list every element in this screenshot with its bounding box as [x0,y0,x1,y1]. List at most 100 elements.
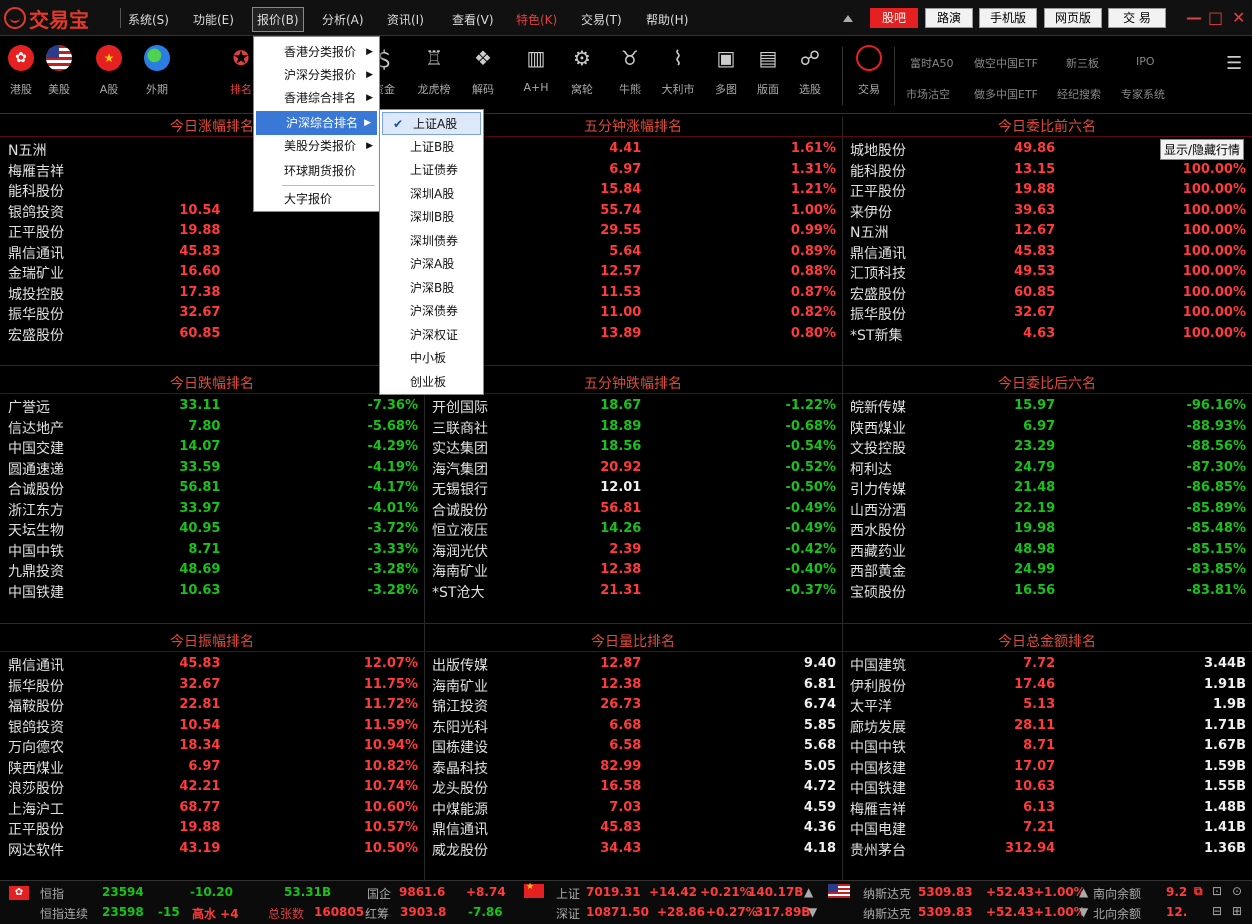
list-item[interactable]: 合诚股份 56.81 -4.17% [0,478,424,498]
list-item[interactable]: 出版传媒 12.87 9.40 [424,654,842,674]
quick-ipo[interactable]: IPO [1136,55,1155,68]
roadshow-button[interactable]: 路演 [925,8,973,28]
list-item[interactable]: 国栋建设 6.58 5.68 [424,736,842,756]
list-item[interactable]: 来伊份 39.63 100.00% [842,201,1252,221]
list-item[interactable]: 东阳光科 6.68 5.85 [424,716,842,736]
list-item[interactable]: 皖新传媒 15.97 -96.16% [842,396,1252,416]
toolbar-stock-picker[interactable]: ☍ 选股 [791,43,829,97]
toolbar-a-plus-h[interactable]: ▥ A+H [517,43,555,94]
list-item[interactable]: 伊利股份 17.46 1.91B [842,675,1252,695]
minimize-icon[interactable]: — [1186,8,1202,27]
window-icon[interactable]: ⊟ [1212,904,1222,918]
list-item[interactable]: 鼎信通讯 45.83 100.00% [842,242,1252,262]
submenu-item[interactable]: 沪深B股 [380,277,483,300]
submenu-item[interactable]: 沪深债券 [380,300,483,323]
list-item[interactable]: 海汽集团 20.92 -0.52% [424,458,842,478]
list-item[interactable]: 宏盛股份60.851 [0,324,424,344]
submenu-item[interactable]: 中小板 [380,347,483,370]
list-item[interactable]: 海南矿业 12.38 6.81 [424,675,842,695]
list-item[interactable]: 鼎信通讯 45.83 4.36 [424,818,842,838]
list-item[interactable]: 鼎信通讯45.831 [0,242,424,262]
list-item[interactable]: 药15.841.21% [424,180,842,200]
mobile-button[interactable]: 手机版 [979,8,1037,28]
hamburger-icon[interactable]: ☰ [1226,53,1242,74]
list-item[interactable]: 锦江投资 26.73 6.74 [424,695,842,715]
menu-us-category-quote[interactable]: 美股分类报价 ▶ [254,134,379,158]
list-item[interactable]: 振华股份 32.67 11.75% [0,675,424,695]
expand-icon[interactable]: ⧉ [1194,884,1203,899]
menu-news[interactable]: 资讯(I) [387,11,424,28]
quick-long-china-etf[interactable]: 做多中国ETF [974,86,1038,102]
toolbar-trade[interactable]: 交易 [850,43,888,97]
quick-expert-system[interactable]: 专家系统 [1121,86,1165,102]
list-item[interactable]: 合诚股份 56.81 -0.49% [424,499,842,519]
list-item[interactable]: 信达地产 7.80 -5.68% [0,417,424,437]
list-item[interactable]: 银鸽投资 10.54 11.59% [0,716,424,736]
menu-trade[interactable]: 交易(T) [581,11,622,28]
list-item[interactable]: 媒12.570.88% [424,262,842,282]
list-item[interactable]: 西部黄金 24.99 -83.85% [842,560,1252,580]
menu-special[interactable]: 特色(K) [516,11,557,28]
list-item[interactable]: 实达集团 18.56 -0.54% [424,437,842,457]
list-item[interactable]: N五洲 12.67 100.00% [842,221,1252,241]
toolbar-multi-chart[interactable]: ▣ 多图 [707,43,745,97]
list-item[interactable]: 引力传媒 21.48 -86.85% [842,478,1252,498]
toggle-quote-tooltip[interactable]: 显示/隐藏行情 [1160,139,1245,160]
list-item[interactable]: 宏盛股份 60.85 100.00% [842,283,1252,303]
list-item[interactable]: 开创国际 18.67 -1.22% [424,396,842,416]
list-item[interactable]: 中国建筑 7.72 3.44B [842,654,1252,674]
list-item[interactable]: 恒立液压 14.26 -0.49% [424,519,842,539]
quick-broker-search[interactable]: 经纪搜索 [1057,86,1101,102]
toolbar-foreign-futures[interactable]: 外期 [138,43,176,97]
submenu-item[interactable]: 深圳A股 [380,183,483,206]
list-item[interactable]: 圆通速递 33.59 -4.19% [0,458,424,478]
list-item[interactable]: 廊坊发展 28.11 1.71B [842,716,1252,736]
list-item[interactable]: 上海沪工 68.77 10.60% [0,798,424,818]
list-item[interactable]: 中国中铁 8.71 -3.33% [0,540,424,560]
list-item[interactable]: 中国中铁 8.71 1.67B [842,736,1252,756]
quick-short-china-etf[interactable]: 做空中国ETF [974,55,1038,71]
list-item[interactable]: 无锡银行 12.01 -0.50% [424,478,842,498]
quick-market-short[interactable]: 市场沽空 [906,86,950,102]
menu-sh-sz-ranking[interactable]: 沪深综合排名 ▶ [256,111,377,135]
menu-analysis[interactable]: 分析(A) [322,11,364,28]
list-item[interactable]: 正平股份19.881 [0,221,424,241]
collapse-icon[interactable] [843,15,853,22]
list-item[interactable]: 中国核建 17.07 1.59B [842,757,1252,777]
list-item[interactable]: 团29.550.99% [424,221,842,241]
toolbar-decode[interactable]: ❖ 解码 [464,43,502,97]
list-item[interactable]: 泰晶科技 82.99 5.05 [424,757,842,777]
submenu-item[interactable]: 上证债券 [380,159,483,182]
quick-new-otc[interactable]: 新三板 [1066,55,1099,71]
list-item[interactable]: 龙头股份 16.58 4.72 [424,777,842,797]
list-item[interactable]: 正平股份 19.88 10.57% [0,818,424,838]
menu-view[interactable]: 查看(V) [452,11,494,28]
list-item[interactable]: 柯利达 24.79 -87.30% [842,458,1252,478]
toolbar-a-shares[interactable]: ★ A股 [90,43,128,97]
list-item[interactable]: 西水股份 19.98 -85.48% [842,519,1252,539]
toolbar-layout[interactable]: ▤ 版面 [749,43,787,97]
menu-sh-sz-category-quote[interactable]: 沪深分类报价 ▶ [254,63,379,87]
list-item[interactable]: 中煤能源 7.03 4.59 [424,798,842,818]
toolbar-bull-bear[interactable]: ♉ 牛熊 [611,43,649,97]
submenu-item[interactable]: 沪深权证 [380,324,483,347]
submenu-item[interactable]: ✔ 上证A股 [382,112,481,135]
menu-function[interactable]: 功能(E) [193,11,234,28]
list-item[interactable]: 振华股份32.671 [0,303,424,323]
list-item[interactable]: 陕西煤业 6.97 10.82% [0,757,424,777]
submenu-item[interactable]: 深圳B股 [380,206,483,229]
list-item[interactable]: 技13.890.80% [424,324,842,344]
list-item[interactable]: 威龙股份 34.43 4.18 [424,839,842,859]
list-item[interactable]: 金瑞矿业16.601 [0,262,424,282]
list-item[interactable]: 正平股份 19.88 100.00% [842,180,1252,200]
list-item[interactable]: 装11.000.82% [424,303,842,323]
list-item[interactable]: 汇顶科技 49.53 100.00% [842,262,1252,282]
menu-help[interactable]: 帮助(H) [646,11,688,28]
list-item[interactable]: 天坛生物 40.95 -3.72% [0,519,424,539]
list-item[interactable]: 份4.411.61% [424,139,842,159]
maximize-icon[interactable]: □ [1208,8,1223,27]
toolbar-hk-stocks[interactable]: ✿ 港股 [2,43,40,97]
list-item[interactable]: 振华股份 32.67 100.00% [842,303,1252,323]
list-item[interactable]: 城投控股17.381 [0,283,424,303]
list-item[interactable]: 份11.530.87% [424,283,842,303]
